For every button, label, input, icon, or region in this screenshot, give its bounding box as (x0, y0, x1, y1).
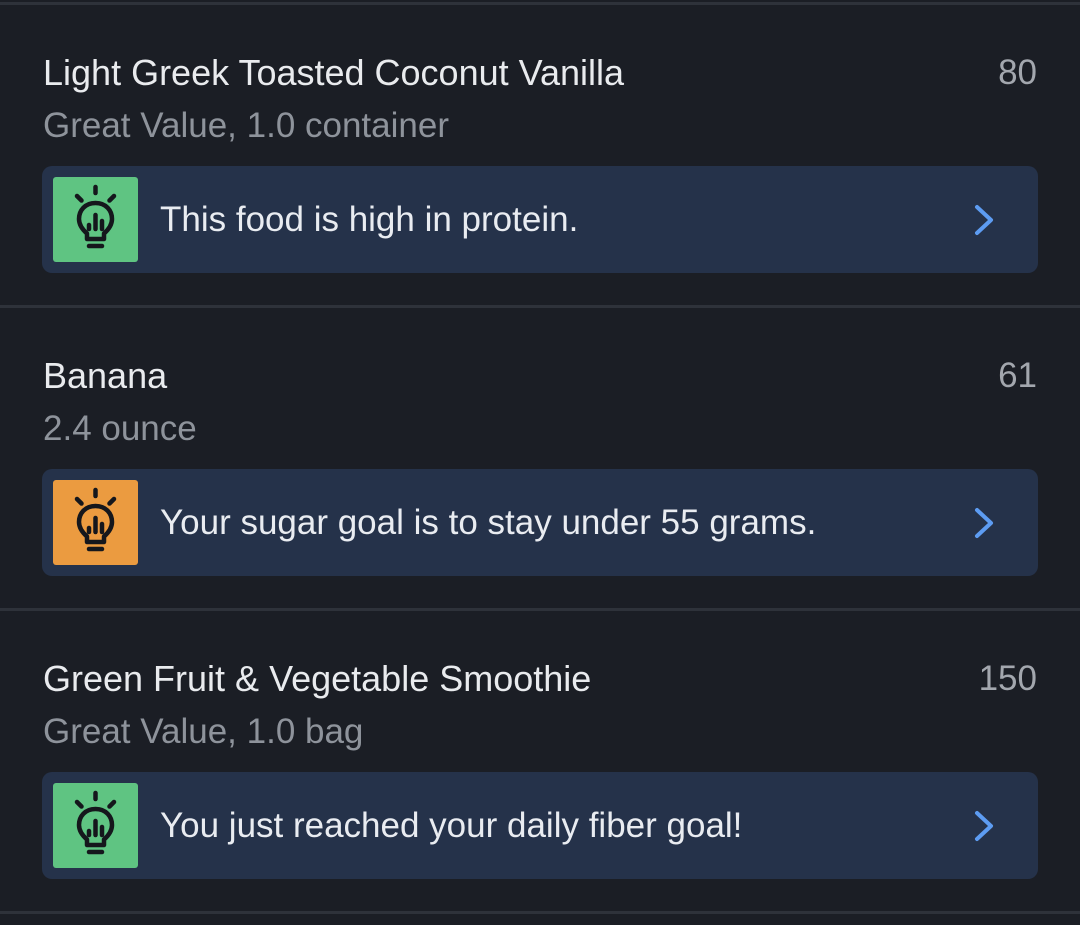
food-name: Light Greek Toasted Coconut Vanilla (43, 52, 625, 93)
insight-message: This food is high in protein. (160, 200, 579, 239)
chevron-right-icon (972, 809, 996, 843)
food-name: Banana (43, 355, 168, 396)
serving-description: Great Value, 1.0 container (43, 106, 449, 145)
chevron-right-icon (972, 506, 996, 540)
lightbulb-insight-icon (53, 177, 138, 262)
lightbulb-insight-icon (53, 480, 138, 565)
insight-card[interactable]: This food is high in protein. (42, 166, 1038, 273)
insight-message: You just reached your daily fiber goal! (160, 806, 743, 845)
serving-description: 2.4 ounce (43, 409, 197, 448)
divider (0, 911, 1080, 914)
lightbulb-insight-icon (53, 783, 138, 868)
calorie-count: 80 (998, 53, 1037, 92)
food-entry[interactable]: Green Fruit & Vegetable Smoothie 150 Gre… (0, 611, 1080, 911)
serving-description: Great Value, 1.0 bag (43, 712, 364, 751)
food-entry[interactable]: Light Greek Toasted Coconut Vanilla 80 G… (0, 5, 1080, 305)
food-name: Green Fruit & Vegetable Smoothie (43, 658, 592, 699)
calorie-count: 150 (978, 659, 1037, 698)
food-entry[interactable]: Banana 61 2.4 ounce Your sugar goal is t… (0, 308, 1080, 608)
calorie-count: 61 (998, 356, 1037, 395)
insight-card[interactable]: You just reached your daily fiber goal! (42, 772, 1038, 879)
insight-card[interactable]: Your sugar goal is to stay under 55 gram… (42, 469, 1038, 576)
chevron-right-icon (972, 203, 996, 237)
food-log-list: Light Greek Toasted Coconut Vanilla 80 G… (0, 0, 1080, 925)
insight-message: Your sugar goal is to stay under 55 gram… (160, 503, 817, 542)
